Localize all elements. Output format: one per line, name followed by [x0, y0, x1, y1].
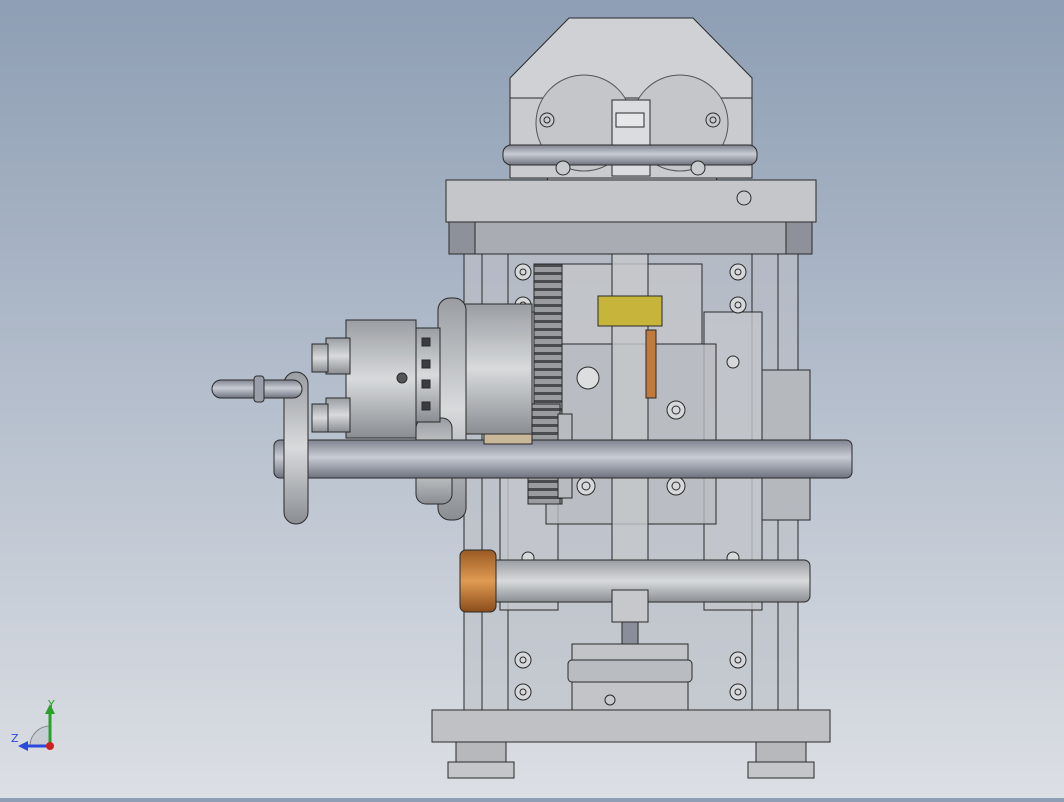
yellow-block	[597, 295, 663, 327]
assembly-model[interactable]	[0, 0, 1064, 798]
axis-triad: Y Z	[8, 698, 68, 758]
x-axis-dot	[46, 742, 54, 750]
handwheel	[211, 371, 309, 525]
key	[483, 433, 533, 445]
cad-graphics-viewport[interactable]	[0, 0, 1064, 798]
top-cap	[502, 17, 758, 179]
copper-bar	[645, 329, 657, 399]
z-axis-label: Z	[11, 732, 19, 745]
main-shaft	[273, 439, 853, 479]
top-plate	[445, 177, 817, 255]
y-axis-label: Y	[48, 698, 55, 711]
triad-graphic	[18, 704, 55, 751]
base-plate	[431, 709, 831, 779]
